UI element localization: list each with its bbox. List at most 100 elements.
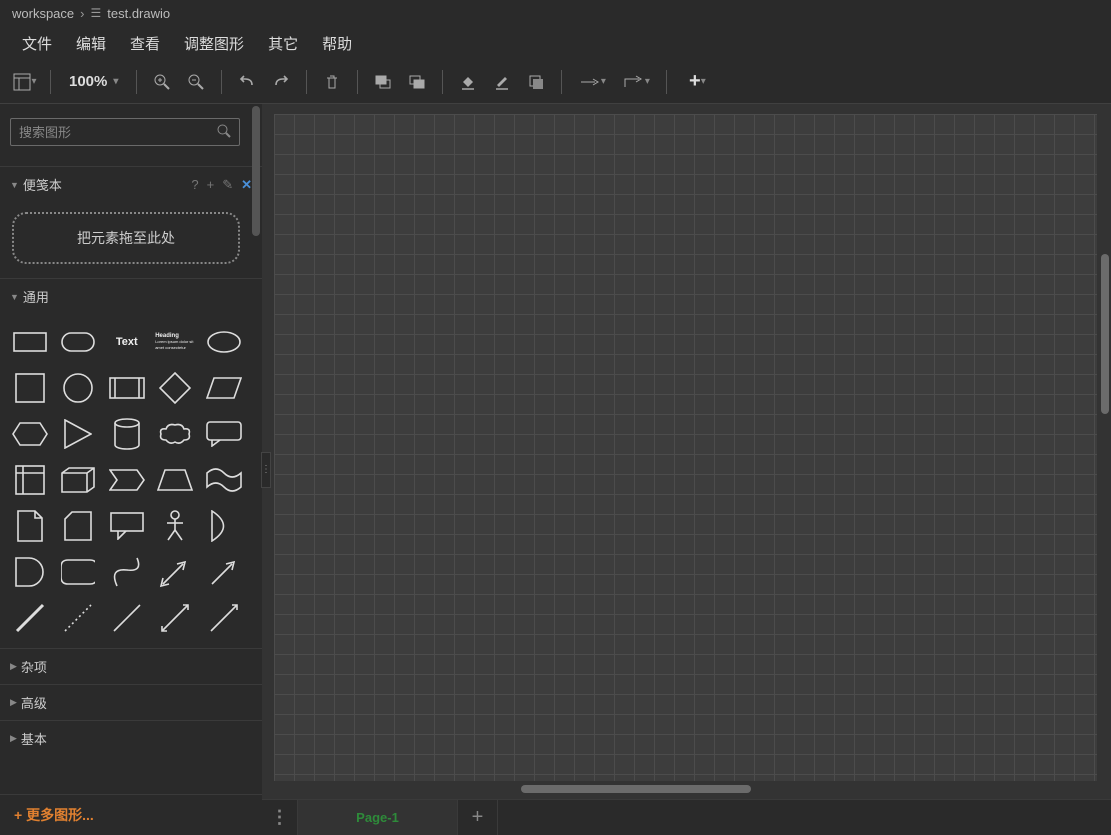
menu-file[interactable]: 文件 — [10, 27, 64, 60]
shape-text[interactable]: Text — [107, 324, 147, 360]
shape-rectangle[interactable] — [10, 324, 50, 360]
toolbar-separator — [306, 70, 307, 94]
shape-search-input[interactable] — [11, 125, 209, 140]
section-misc-header[interactable]: ▶ 杂项 — [0, 648, 262, 684]
general-shapes-grid: Text HeadingLorem ipsum dolor sit amet c… — [0, 314, 262, 648]
sidebar-scrollbar[interactable] — [252, 106, 260, 236]
chevron-down-icon: ▾ — [31, 76, 36, 87]
view-mode-button[interactable]: ▾ — [8, 65, 42, 99]
zoom-out-button[interactable] — [179, 65, 213, 99]
breadcrumb-file[interactable]: test.drawio — [107, 6, 170, 21]
shape-cube[interactable] — [58, 462, 98, 498]
to-front-button[interactable] — [366, 65, 400, 99]
shape-cylinder[interactable] — [107, 416, 147, 452]
breadcrumb: workspace › ☰ test.drawio — [0, 0, 1111, 26]
scratchpad-close-icon[interactable]: ✕ — [241, 177, 252, 193]
shape-arrow[interactable] — [204, 554, 244, 590]
scratchpad-dropzone[interactable]: 把元素拖至此处 — [12, 212, 240, 264]
shape-note[interactable] — [10, 508, 50, 544]
zoom-value: 100% — [69, 73, 107, 90]
add-page-button[interactable]: + — [458, 800, 498, 835]
undo-button[interactable] — [230, 65, 264, 99]
shape-or[interactable] — [204, 508, 244, 544]
shape-rounded-rectangle[interactable] — [58, 324, 98, 360]
shape-parallelogram[interactable] — [204, 370, 244, 406]
chevron-down-icon: ▼ — [10, 292, 19, 302]
canvas-horizontal-scrollbar[interactable] — [274, 785, 1097, 795]
fill-color-button[interactable] — [451, 65, 485, 99]
page-tabs: ⋮ Page-1 + — [262, 799, 1111, 835]
toolbar-separator — [221, 70, 222, 94]
shape-callout[interactable] — [204, 416, 244, 452]
page-tabs-menu-button[interactable]: ⋮ — [262, 800, 298, 835]
search-icon[interactable] — [209, 124, 239, 141]
toolbar-separator — [357, 70, 358, 94]
redo-button[interactable] — [264, 65, 298, 99]
section-general-header[interactable]: ▼ 通用 — [0, 278, 262, 314]
drawing-canvas[interactable] — [274, 114, 1097, 781]
shape-hexagon[interactable] — [10, 416, 50, 452]
section-general-title: 通用 — [23, 287, 252, 306]
menubar: 文件 编辑 查看 调整图形 其它 帮助 — [0, 26, 1111, 60]
file-icon: ☰ — [90, 6, 101, 20]
menu-edit[interactable]: 编辑 — [64, 27, 118, 60]
shape-cloud[interactable] — [155, 416, 195, 452]
menu-arrange[interactable]: 调整图形 — [172, 27, 256, 60]
shape-ellipse[interactable] — [204, 324, 244, 360]
shape-data-store[interactable] — [58, 554, 98, 590]
scratchpad-edit-icon[interactable]: ✎ — [222, 177, 233, 193]
shape-speech-callout[interactable] — [107, 508, 147, 544]
chevron-down-icon: ▾ — [701, 76, 706, 87]
shape-circle[interactable] — [58, 370, 98, 406]
shape-card[interactable] — [58, 508, 98, 544]
toolbar-separator — [442, 70, 443, 94]
shape-trapezoid[interactable] — [155, 462, 195, 498]
sidebar-collapse-handle[interactable]: ⋮ — [261, 452, 271, 488]
shape-directional-connector[interactable] — [204, 600, 244, 636]
shape-bidirectional-connector[interactable] — [155, 600, 195, 636]
shape-square[interactable] — [10, 370, 50, 406]
shape-line[interactable] — [107, 600, 147, 636]
delete-button[interactable] — [315, 65, 349, 99]
shape-step[interactable] — [107, 462, 147, 498]
more-shapes-button[interactable]: + 更多图形... — [0, 794, 262, 835]
zoom-in-button[interactable] — [145, 65, 179, 99]
menu-extras[interactable]: 其它 — [256, 27, 310, 60]
canvas-area: ⋮ ⋮ Page-1 + — [262, 104, 1111, 835]
toolbar-separator — [136, 70, 137, 94]
to-back-button[interactable] — [400, 65, 434, 99]
scratchpad-help-icon[interactable]: ? — [191, 177, 198, 193]
shapes-sidebar: ▼ 便笺本 ? + ✎ ✕ 把元素拖至此处 ▼ 通用 Text HeadingL… — [0, 104, 262, 835]
shape-bidirectional-arrow[interactable] — [155, 554, 195, 590]
scratchpad-section-header[interactable]: ▼ 便笺本 ? + ✎ ✕ — [0, 166, 262, 202]
connection-style-button[interactable]: ▾ — [570, 65, 614, 99]
shape-dashed-line[interactable] — [58, 600, 98, 636]
shape-diamond[interactable] — [155, 370, 195, 406]
shape-textbox[interactable]: HeadingLorem ipsum dolor sit amet consec… — [155, 324, 195, 360]
shape-and[interactable] — [10, 554, 50, 590]
section-basic-header[interactable]: ▶ 基本 — [0, 720, 262, 756]
menu-help[interactable]: 帮助 — [310, 27, 364, 60]
breadcrumb-root[interactable]: workspace — [12, 6, 74, 21]
canvas-vertical-scrollbar[interactable] — [1101, 254, 1109, 414]
section-advanced-header[interactable]: ▶ 高级 — [0, 684, 262, 720]
shape-curve[interactable] — [107, 554, 147, 590]
menu-view[interactable]: 查看 — [118, 27, 172, 60]
zoom-dropdown[interactable]: 100% ▾ — [59, 73, 128, 90]
shape-tape[interactable] — [204, 462, 244, 498]
breadcrumb-separator: › — [80, 6, 84, 21]
shape-process[interactable] — [107, 370, 147, 406]
shape-thick-line[interactable] — [10, 600, 50, 636]
shape-search[interactable] — [10, 118, 240, 146]
waypoint-style-button[interactable]: ▾ — [614, 65, 658, 99]
scratchpad-add-icon[interactable]: + — [207, 177, 215, 193]
shape-internal-storage[interactable] — [10, 462, 50, 498]
shape-triangle[interactable] — [58, 416, 98, 452]
line-color-button[interactable] — [485, 65, 519, 99]
shape-actor[interactable] — [155, 508, 195, 544]
shadow-button[interactable] — [519, 65, 553, 99]
toolbar: ▾ 100% ▾ ▾ ▾ — [0, 60, 1111, 104]
page-tab-1[interactable]: Page-1 — [298, 800, 458, 835]
scratchpad-title: 便笺本 — [23, 175, 191, 194]
insert-button[interactable]: + ▾ — [675, 65, 719, 99]
